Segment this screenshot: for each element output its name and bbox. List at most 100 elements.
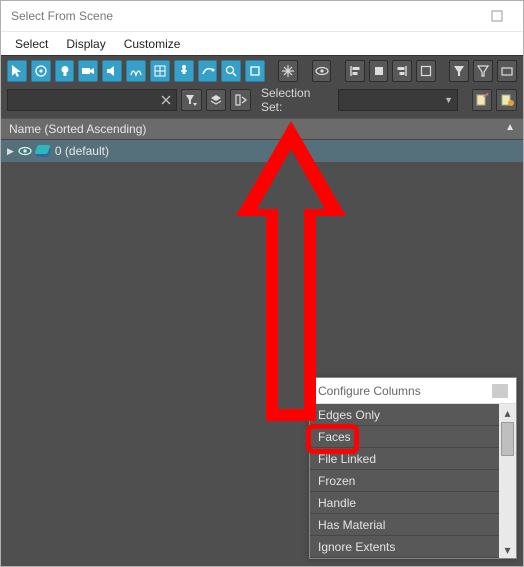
box-outline-icon xyxy=(419,64,433,78)
list-item-label: Edges Only xyxy=(318,408,380,422)
popup-titlebar: Configure Columns xyxy=(310,378,516,404)
biped-icon xyxy=(177,64,191,78)
titlebar: Select From Scene xyxy=(1,1,523,31)
tool-snowflake[interactable] xyxy=(278,60,298,82)
right-align-icon xyxy=(395,64,409,78)
tool-box-outline[interactable] xyxy=(416,60,436,82)
popup-body: Edges Only Faces File Linked Frozen Hand… xyxy=(310,404,516,558)
tool-target[interactable] xyxy=(31,60,51,82)
list-item[interactable]: Edges Only xyxy=(310,404,499,426)
configure-columns-popup: Configure Columns Edges Only Faces File … xyxy=(309,377,517,559)
search-input[interactable] xyxy=(7,89,177,111)
popup-scrollbar[interactable]: ▴ ▾ xyxy=(499,404,516,558)
tool-lattice[interactable] xyxy=(126,60,146,82)
close-icon xyxy=(491,10,503,22)
lattice-icon xyxy=(129,64,143,78)
funnel-icon xyxy=(452,64,466,78)
tape-icon xyxy=(201,64,215,78)
tree-root-row[interactable]: ▶ 0 (default) xyxy=(1,140,523,162)
popup-close-button[interactable] xyxy=(492,384,508,398)
menu-customize[interactable]: Customize xyxy=(124,37,181,51)
menubar: Select Display Customize xyxy=(1,31,523,55)
tree-root-label: 0 (default) xyxy=(55,144,109,158)
list-item-label: Frozen xyxy=(318,474,355,488)
expand-icon[interactable]: ▶ xyxy=(7,146,14,157)
tool-funnel-outline[interactable] xyxy=(473,60,493,82)
tool-tape[interactable] xyxy=(198,60,218,82)
tool-document-plus[interactable] xyxy=(496,89,517,111)
tool-box-small[interactable] xyxy=(497,60,517,82)
sort-ascending-icon: ▲ xyxy=(505,122,515,133)
scroll-up-button[interactable]: ▴ xyxy=(499,404,516,421)
list-item[interactable]: Faces xyxy=(310,426,499,448)
tool-biped-grid[interactable] xyxy=(174,60,194,82)
list-item[interactable]: Ignore Extents xyxy=(310,536,499,558)
layers-stack-icon xyxy=(209,93,223,107)
layer-icon xyxy=(36,145,51,158)
tool-layers-stack[interactable] xyxy=(206,89,227,111)
tool-left-align[interactable] xyxy=(345,60,365,82)
tool-funnel[interactable] xyxy=(449,60,469,82)
tool-eye[interactable] xyxy=(312,60,332,82)
column-header-label: Name (Sorted Ascending) xyxy=(9,122,146,136)
tool-box[interactable] xyxy=(245,60,265,82)
list-item[interactable]: File Linked xyxy=(310,448,499,470)
tool-speaker[interactable] xyxy=(102,60,122,82)
tool-lightbulb[interactable] xyxy=(55,60,75,82)
document-pencil-icon xyxy=(475,93,489,107)
box-icon xyxy=(248,64,262,78)
tool-cursor[interactable] xyxy=(7,60,27,82)
left-align-icon xyxy=(348,64,362,78)
menu-select[interactable]: Select xyxy=(15,37,48,51)
eye-icon xyxy=(315,64,329,78)
list-item-label: Faces xyxy=(318,430,351,444)
funnel-outline-icon xyxy=(476,64,490,78)
tool-bracket-angle[interactable] xyxy=(230,89,251,111)
cursor-icon xyxy=(10,64,24,78)
list-item-label: Handle xyxy=(318,496,356,510)
column-header-name[interactable]: Name (Sorted Ascending) ▲ xyxy=(1,118,523,140)
search-clear-button[interactable] xyxy=(156,90,176,110)
tool-right-align[interactable] xyxy=(392,60,412,82)
toolbar-row-2: Selection Set: ▼ xyxy=(7,86,517,114)
speaker-icon xyxy=(105,64,119,78)
document-plus-icon xyxy=(500,93,514,107)
select-from-scene-window: Select From Scene Select Display Customi… xyxy=(0,0,524,567)
tool-plane-grid[interactable] xyxy=(150,60,170,82)
lightbulb-icon xyxy=(58,64,72,78)
tool-center-align[interactable] xyxy=(369,60,389,82)
popup-column-list: Edges Only Faces File Linked Frozen Hand… xyxy=(310,404,499,558)
toolbar-row-1 xyxy=(7,60,517,82)
chevron-down-icon: ▼ xyxy=(444,95,453,105)
bracket-angle-icon xyxy=(234,93,248,107)
list-item[interactable]: Has Material xyxy=(310,514,499,536)
tool-camera[interactable] xyxy=(78,60,98,82)
list-item-label: File Linked xyxy=(318,452,376,466)
magnifier-icon xyxy=(224,64,238,78)
box-small-icon xyxy=(500,64,514,78)
eye-icon[interactable] xyxy=(18,144,32,158)
list-item[interactable]: Frozen xyxy=(310,470,499,492)
close-button[interactable] xyxy=(479,5,515,27)
tool-document-pencil[interactable] xyxy=(472,89,493,111)
selection-set-label: Selection Set: xyxy=(261,86,330,114)
window-title: Select From Scene xyxy=(11,9,113,23)
scroll-thumb[interactable] xyxy=(501,422,514,456)
snowflake-icon xyxy=(281,64,295,78)
menu-display[interactable]: Display xyxy=(66,37,105,51)
scroll-down-button[interactable]: ▾ xyxy=(499,541,516,558)
selection-set-dropdown[interactable]: ▼ xyxy=(338,89,458,111)
camera-icon xyxy=(81,64,95,78)
plane-grid-icon xyxy=(153,64,167,78)
target-icon xyxy=(34,64,48,78)
toolbar-area: Selection Set: ▼ xyxy=(1,55,523,118)
list-item[interactable]: Handle xyxy=(310,492,499,514)
center-align-icon xyxy=(372,64,386,78)
list-item-label: Ignore Extents xyxy=(318,540,395,554)
list-item-label: Has Material xyxy=(318,518,385,532)
tool-magnifier[interactable] xyxy=(221,60,241,82)
x-icon xyxy=(161,95,171,105)
tool-filter-dropdown[interactable] xyxy=(181,89,202,111)
popup-title-label: Configure Columns xyxy=(318,384,421,398)
funnel-dropdown-icon xyxy=(184,93,198,107)
